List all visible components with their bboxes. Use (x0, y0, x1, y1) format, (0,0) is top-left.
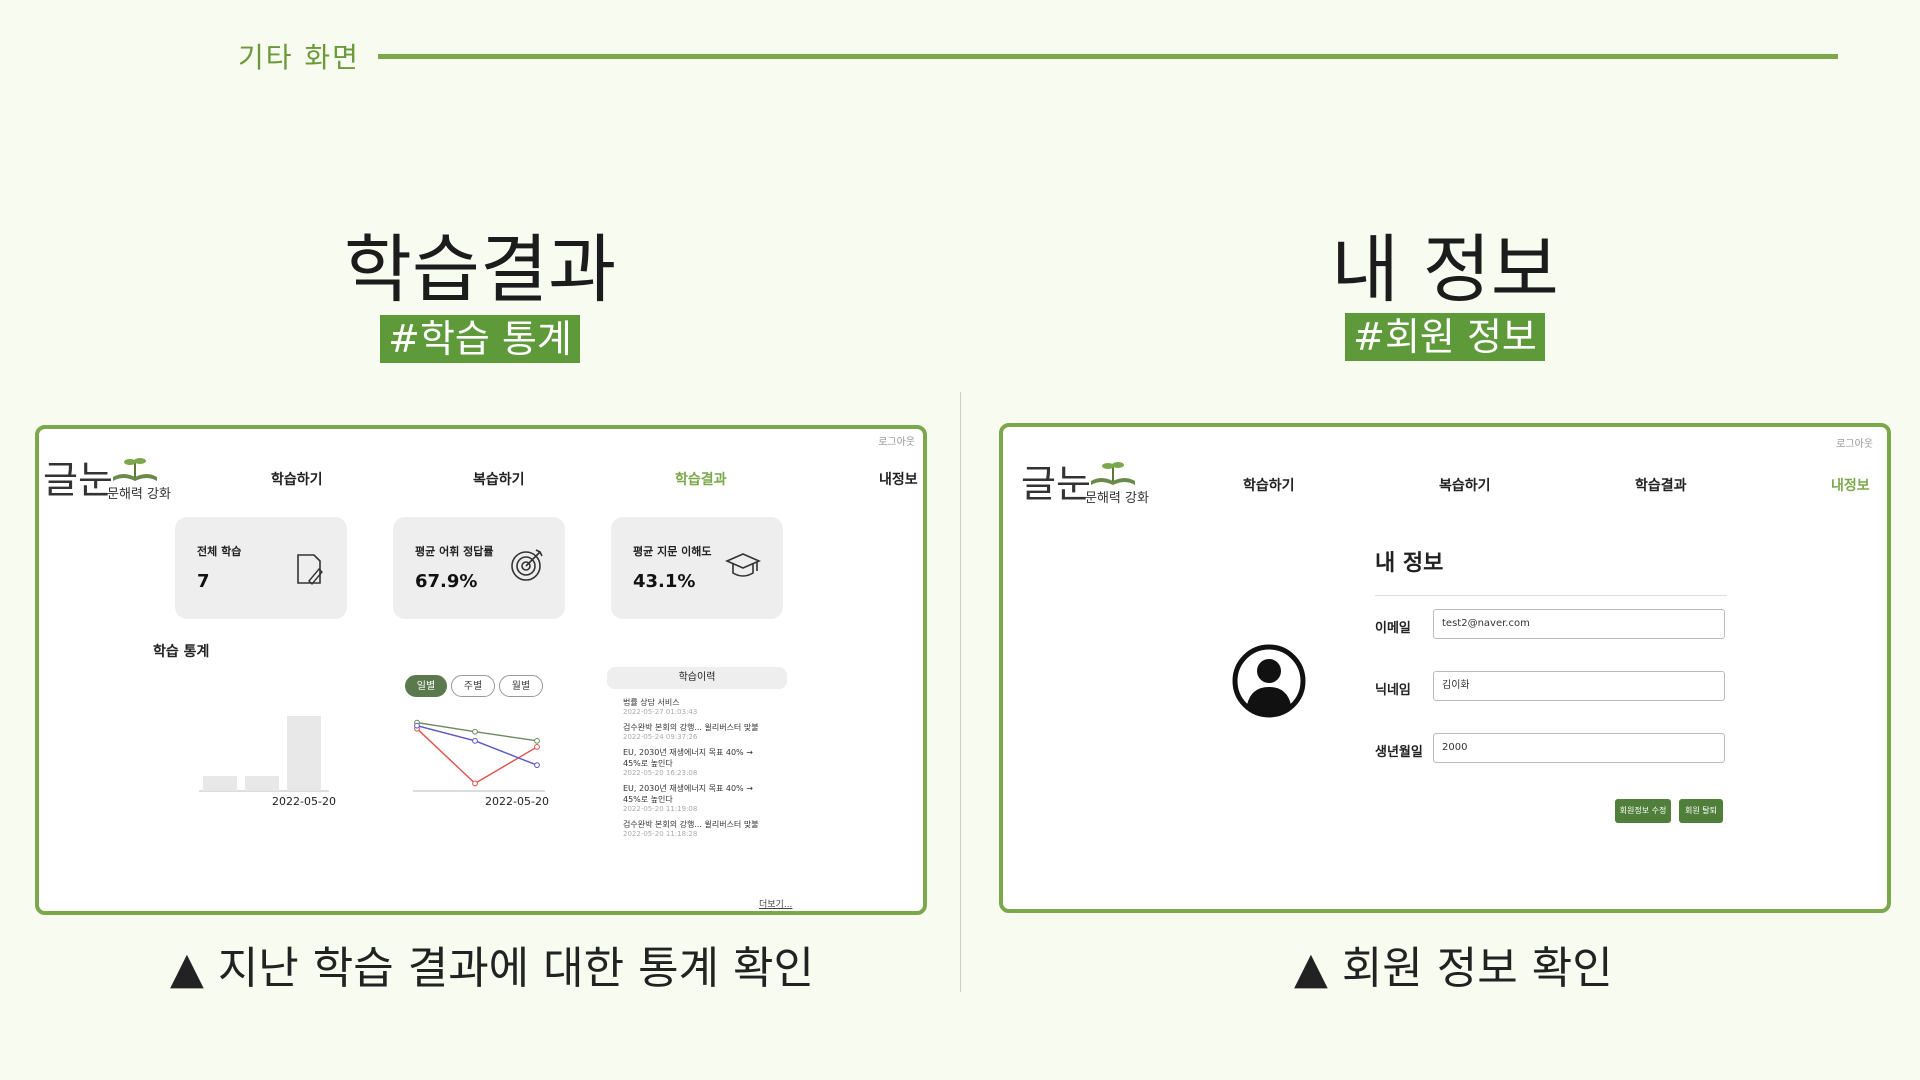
logo[interactable]: 글눈 문해력 강화 (1021, 453, 1149, 508)
stat-value: 67.9% (415, 571, 478, 592)
stat-label: 전체 학습 (197, 545, 242, 558)
bar (203, 776, 237, 791)
right-tag-wrap: #회원 정보 (1265, 306, 1625, 361)
series-point (414, 722, 420, 729)
stats-heading: 학습 통계 (153, 644, 210, 660)
left-caption: ▲ 지난 학습 결과에 대한 통계 확인 (170, 943, 814, 994)
profile-heading: 내 정보 (1375, 551, 1444, 576)
nav-myinfo[interactable]: 내정보 (879, 469, 918, 489)
center-divider (960, 392, 961, 992)
bar-chart: 2022-05-20 (199, 716, 336, 808)
email-label: 이메일 (1375, 621, 1411, 636)
stat-label: 평균 어휘 정답률 (415, 545, 494, 558)
bar-tick-label: 2022-05-20 (272, 795, 336, 808)
history-item-title: 검수완박 본회의 강행... 윌리버스터 맞불 (623, 723, 759, 732)
line-tick-label: 2022-05-20 (485, 795, 549, 808)
logo-sub: 문해력 강화 (107, 487, 171, 502)
more-link[interactable]: 더보기... (759, 897, 792, 910)
stat-card-vocab: 평균 어휘 정답률 67.9% (393, 517, 565, 619)
tab-daily[interactable]: 일별 (405, 675, 447, 697)
logo[interactable]: 글눈 문해력 강화 (43, 449, 171, 504)
header-rule (378, 54, 1838, 59)
logo-sub: 문해력 강화 (1085, 491, 1149, 506)
nav-results[interactable]: 학습결과 (675, 469, 727, 489)
left-tag: #학습 통계 (380, 315, 580, 363)
right-tag: #회원 정보 (1345, 313, 1545, 361)
profile-screenshot: 로그아웃 글눈 문해력 강화 학습하기 복습하기 학습결과 내정보 내 정보 이… (999, 423, 1891, 913)
logo-main: 글눈 (43, 458, 113, 502)
series-point (472, 728, 478, 735)
stat-card-comprehension: 평균 지문 이해도 43.1% (611, 517, 783, 619)
stat-card-total: 전체 학습 7 (175, 517, 347, 619)
tab-monthly[interactable]: 월별 (499, 675, 543, 697)
history-item-title: EU, 2030년 재생에너지 목표 40% → 45%로 높인다 (623, 784, 753, 804)
logout-link[interactable]: 로그아웃 (878, 433, 915, 448)
stat-value: 43.1% (633, 571, 696, 592)
nickname-field[interactable]: 김이화 (1433, 671, 1725, 701)
birthdate-field[interactable]: 2000 (1433, 733, 1725, 763)
book-sprout-icon (113, 458, 157, 481)
nav-results[interactable]: 학습결과 (1635, 475, 1687, 495)
series-point (534, 762, 540, 769)
nav-review[interactable]: 복습하기 (473, 469, 525, 489)
history-item[interactable]: EU, 2030년 재생에너지 목표 40% → 45%로 높인다 2022-0… (623, 783, 773, 813)
right-title: 내 정보 (1331, 227, 1559, 313)
withdraw-button[interactable]: 회원 탈퇴 (1679, 799, 1723, 823)
target-icon (511, 549, 543, 581)
book-sprout-icon (1091, 462, 1135, 485)
history-item-date: 2022-05-20 11:19:08 (623, 805, 698, 813)
nav-review[interactable]: 복습하기 (1439, 475, 1491, 495)
series-point (534, 737, 540, 744)
history-item-date: 2022-05-20 16:23:08 (623, 769, 698, 777)
history-item-title: 법률 상담 서비스 (623, 698, 680, 707)
email-field[interactable]: test2@naver.com (1433, 609, 1725, 639)
series-line (416, 728, 538, 785)
bar (245, 776, 279, 791)
logo-main: 글눈 (1021, 462, 1091, 506)
results-screenshot: 로그아웃 글눈 문해력 강화 학습하기 복습하기 학습결과 내정보 전체 학습 … (35, 425, 927, 915)
series-point (472, 737, 478, 744)
bar (287, 716, 321, 791)
right-caption: ▲ 회원 정보 확인 (1294, 943, 1613, 994)
nav-learn[interactable]: 학습하기 (271, 469, 323, 489)
history-item[interactable]: EU, 2030년 재생에너지 목표 40% → 45%로 높인다 2022-0… (623, 747, 773, 777)
nickname-label: 닉네임 (1375, 683, 1411, 698)
document-pen-icon (297, 554, 323, 586)
section-label: 기타 화면 (238, 41, 360, 74)
edit-profile-button[interactable]: 회원정보 수정 (1615, 799, 1671, 823)
heading-divider (1375, 595, 1727, 596)
line-chart: 2022-05-20 (413, 719, 549, 808)
series-point (534, 744, 540, 750)
history-item-date: 2022-05-27 01:03:43 (623, 708, 698, 716)
nav-myinfo[interactable]: 내정보 (1831, 475, 1870, 495)
history-item-title: EU, 2030년 재생에너지 목표 40% → 45%로 높인다 (623, 748, 753, 768)
history-item-date: 2022-05-24 09:37:26 (623, 733, 698, 741)
user-avatar-icon (1232, 644, 1306, 718)
nav-learn[interactable]: 학습하기 (1243, 475, 1295, 495)
birthdate-label: 생년월일 (1375, 745, 1423, 760)
left-title: 학습결과 (343, 227, 617, 313)
series-point (472, 780, 478, 787)
tab-weekly[interactable]: 주별 (451, 675, 495, 697)
graduation-cap-icon (725, 553, 761, 577)
history-item[interactable]: 검수완박 본회의 강행... 윌리버스터 맞불 2022-05-24 09:37… (623, 722, 773, 741)
stat-label: 평균 지문 이해도 (633, 545, 712, 558)
history-item-date: 2022-05-20 11:18:28 (623, 830, 698, 838)
history-list: 법률 상담 서비스 2022-05-27 01:03:43 검수완박 본회의 강… (623, 697, 773, 838)
history-title: 학습이력 (607, 667, 787, 689)
stat-value: 7 (197, 571, 210, 592)
history-item[interactable]: 검수완박 본회의 강행... 윌리버스터 맞불 2022-05-20 11:18… (623, 819, 773, 838)
history-item[interactable]: 법률 상담 서비스 2022-05-27 01:03:43 (623, 697, 773, 716)
left-tag-wrap: #학습 통계 (300, 308, 660, 363)
history-item-title: 검수완박 본회의 강행... 윌리버스터 맞불 (623, 820, 759, 829)
logout-link[interactable]: 로그아웃 (1836, 435, 1873, 450)
